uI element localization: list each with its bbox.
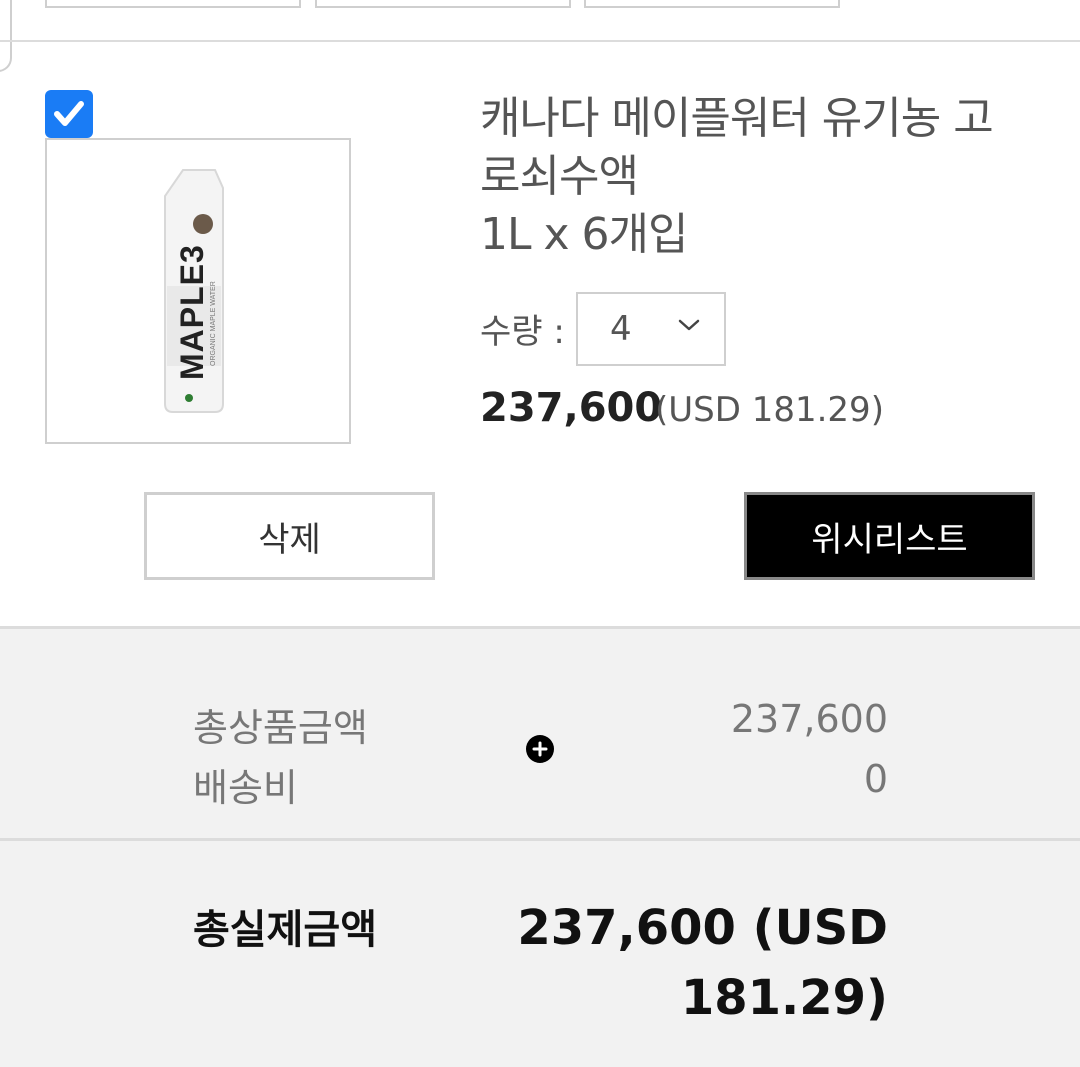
previous-row-border	[0, 0, 12, 72]
total-amount: 237,600 (USD 181.29)	[488, 893, 888, 1033]
total-label: 총실제금액	[193, 907, 377, 953]
total-amount-line1: 237,600 (USD	[517, 900, 888, 956]
previous-row-button[interactable]	[45, 0, 301, 8]
item-price: 237,600	[480, 385, 663, 431]
quantity-value: 4	[610, 309, 632, 349]
product-image: MAPLE3 ORGANIC MAPLE WATER	[164, 169, 224, 413]
quantity-select[interactable]: 4	[576, 292, 726, 366]
svg-text:ORGANIC MAPLE WATER: ORGANIC MAPLE WATER	[210, 281, 217, 366]
chevron-down-icon	[678, 319, 700, 331]
shipping-label: 배송비	[193, 766, 298, 810]
section-divider	[0, 40, 1080, 42]
product-option: 1L x 6개입	[480, 209, 688, 260]
wishlist-button-label: 위시리스트	[811, 519, 968, 560]
delete-button-label: 삭제	[258, 519, 321, 560]
product-name[interactable]: 캐나다 메이플워터 유기농 고 로쇠수액 1L x 6개입	[480, 90, 1040, 264]
subtotal-label: 총상품금액	[193, 706, 368, 750]
product-name-line1: 캐나다 메이플워터 유기농 고	[480, 93, 994, 144]
wishlist-button[interactable]: 위시리스트	[744, 492, 1035, 580]
product-image-brand: MAPLE3	[174, 244, 210, 380]
total-amount-line2: 181.29)	[680, 970, 888, 1026]
plus-icon	[526, 735, 554, 763]
previous-row-button[interactable]	[315, 0, 571, 8]
previous-row-button[interactable]	[584, 0, 840, 8]
quantity-label: 수량 :	[480, 312, 565, 352]
item-price-usd: (USD 181.29)	[655, 390, 884, 430]
subtotal-value: 237,600	[730, 697, 888, 741]
select-item-checkbox[interactable]	[45, 90, 93, 138]
checkmark-icon	[54, 101, 84, 126]
product-name-line2: 로쇠수액	[480, 151, 639, 202]
shipping-value: 0	[863, 757, 888, 801]
delete-button[interactable]: 삭제	[144, 492, 435, 580]
product-thumbnail[interactable]: MAPLE3 ORGANIC MAPLE WATER	[45, 138, 351, 444]
summary-divider	[0, 838, 1080, 841]
